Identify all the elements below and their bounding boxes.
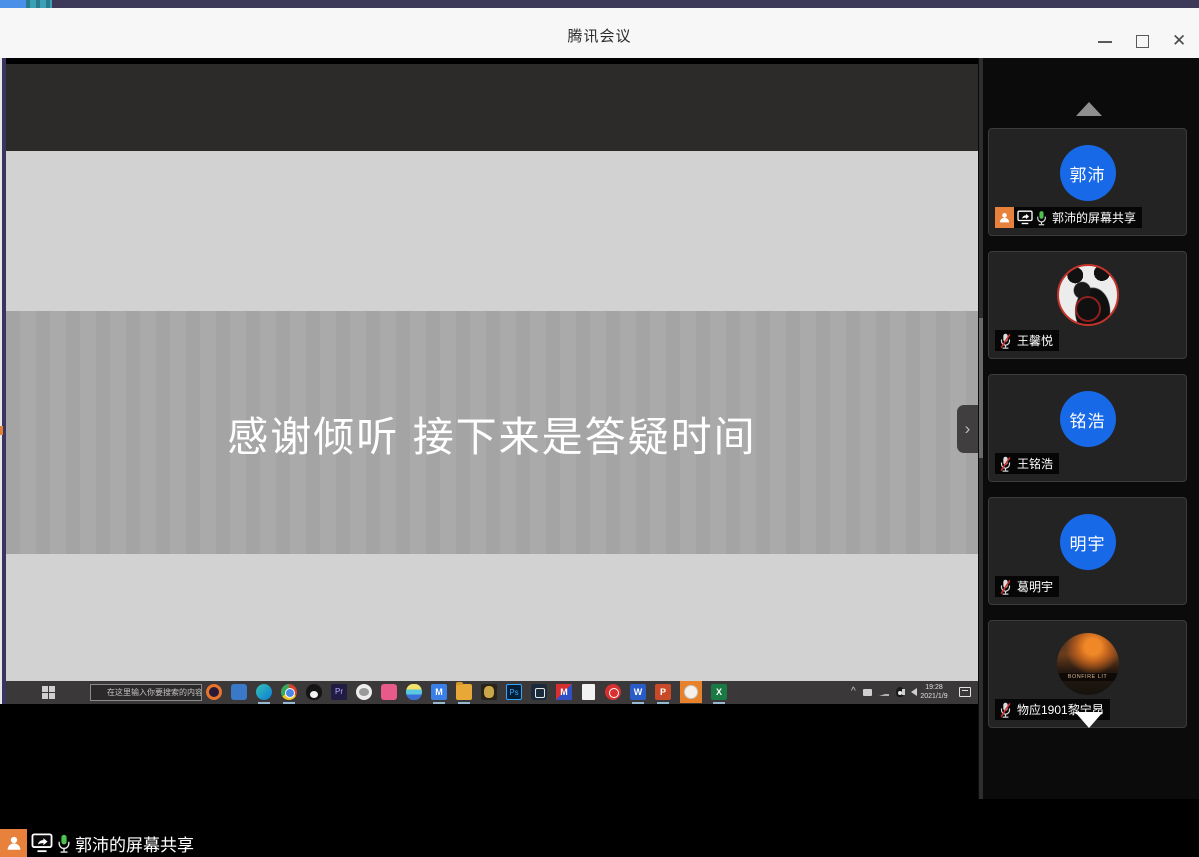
- windows-start-icon: [42, 686, 55, 699]
- game-gold-icon: [481, 684, 497, 700]
- slide-body: 感谢倾听 接下来是答疑时间: [6, 311, 978, 554]
- presenter-icon: [0, 829, 27, 857]
- mic-muted-icon: [999, 702, 1012, 718]
- photoshop-icon: Ps: [506, 684, 522, 700]
- screen-share-icon: [1017, 210, 1033, 225]
- mic-muted-icon: [999, 333, 1012, 349]
- participant-name: 王铭浩: [1015, 455, 1053, 472]
- share-banner-label: 郭沛的屏幕共享: [75, 831, 194, 856]
- word-icon: W: [630, 684, 646, 700]
- shared-screen-view: 感谢倾听 接下来是答疑时间 在这里输入你要搜索的内容 Pr M Ps: [0, 58, 978, 799]
- wechat-icon: [356, 684, 372, 700]
- windows-search-box: 在这里输入你要搜索的内容: [90, 684, 202, 701]
- slide-light-band: [6, 151, 978, 311]
- white-doc-icon: [582, 684, 595, 700]
- slide-dark-band: [6, 64, 978, 151]
- tray-caret-icon: ^: [851, 687, 856, 697]
- clock-date: 2021/1/9: [908, 692, 960, 701]
- window-title: 腾讯会议: [0, 25, 1199, 46]
- participant-label: 葛明宇: [995, 576, 1059, 597]
- file-explorer-icon: [456, 684, 472, 700]
- tray-pen-icon: [863, 689, 872, 696]
- slide-text: 感谢倾听 接下来是答疑时间: [227, 403, 756, 463]
- egg-app-icon: [406, 684, 422, 700]
- presenter-icon: [995, 207, 1014, 228]
- maximize-icon[interactable]: [1136, 35, 1149, 48]
- avatar: 铭浩: [1060, 391, 1116, 447]
- screen-share-banner: 郭沛的屏幕共享: [0, 829, 203, 857]
- scroll-down-icon[interactable]: [1075, 712, 1103, 728]
- dev-blue-icon: [231, 684, 247, 700]
- pink-app-icon: [381, 684, 397, 700]
- participant-label: 王铭浩: [995, 453, 1059, 474]
- premiere-icon: Pr: [331, 684, 347, 700]
- excel-icon: X: [711, 684, 727, 700]
- mountain-blue-icon: M: [431, 684, 447, 700]
- titlebar[interactable]: 腾讯会议 ✕: [0, 8, 1199, 58]
- minimize-icon[interactable]: [1098, 41, 1112, 43]
- powerpoint-icon: P: [655, 684, 671, 700]
- shared-windows-taskbar: 在这里输入你要搜索的内容 Pr M Ps M W P: [6, 681, 978, 704]
- mic-on-icon: [1036, 210, 1047, 226]
- mic-muted-icon: [999, 579, 1012, 595]
- music-red-icon: [605, 684, 621, 700]
- desktop-taskbar-strip: [0, 0, 1199, 8]
- participant-name: 王馨悦: [1015, 332, 1053, 349]
- honeycam-ring-icon: [206, 684, 222, 700]
- participant-tile[interactable]: 郭沛 郭沛的屏幕共享: [988, 128, 1187, 236]
- mic-muted-icon: [999, 456, 1012, 472]
- desktop-icon-fragment: [0, 0, 26, 8]
- qq-icon: [306, 684, 322, 700]
- chevron-right-icon: ›: [965, 419, 971, 439]
- participant-name: 郭沛的屏幕共享: [1050, 209, 1136, 226]
- mic-on-icon: [57, 833, 71, 854]
- taskbar-clock: 19:28 2021/1/9: [908, 683, 960, 701]
- tencent-meeting-window: 腾讯会议 ✕ 感谢倾听 接下来是答疑时间 在这里输入你要搜索的内容 Pr: [0, 0, 1199, 799]
- avatar: BONFIRE LIT: [1057, 633, 1119, 695]
- tencent-meeting-icon: [680, 681, 702, 703]
- sidebar-scrollbar-thumb[interactable]: [979, 318, 983, 458]
- scroll-up-icon[interactable]: [1076, 102, 1102, 116]
- participant-tile[interactable]: 王馨悦: [988, 251, 1187, 359]
- participants-sidebar: 郭沛 郭沛的屏幕共享: [978, 58, 1199, 799]
- participant-label: 郭沛的屏幕共享: [995, 207, 1142, 228]
- clock-time: 19:28: [908, 683, 960, 692]
- participant-label: 王馨悦: [995, 330, 1059, 351]
- sidebar-collapse-button[interactable]: ›: [957, 405, 978, 453]
- system-tray: ^: [851, 687, 917, 697]
- avatar: [1057, 264, 1119, 326]
- avatar: 郭沛: [1060, 145, 1116, 201]
- edge-icon: [256, 684, 272, 700]
- action-center-icon: [959, 687, 971, 697]
- taskbar-app-icons: Pr M Ps M W P X: [206, 684, 727, 703]
- avatar-caption: BONFIRE LIT: [1057, 673, 1119, 681]
- avatar: 明宇: [1060, 514, 1116, 570]
- participant-tile[interactable]: 铭浩 王铭浩: [988, 374, 1187, 482]
- tray-network-icon: [879, 688, 889, 696]
- participant-tile[interactable]: 明宇 葛明宇: [988, 497, 1187, 605]
- mario-icon: M: [556, 684, 572, 700]
- slide-light-band: [6, 554, 978, 681]
- capture-cam-icon: [531, 684, 547, 700]
- participant-name: 葛明宇: [1015, 578, 1053, 595]
- shared-screen-edge-marker: [0, 426, 3, 435]
- chrome-icon: [281, 684, 297, 700]
- screen-share-icon: [31, 833, 53, 853]
- close-icon[interactable]: ✕: [1172, 31, 1186, 51]
